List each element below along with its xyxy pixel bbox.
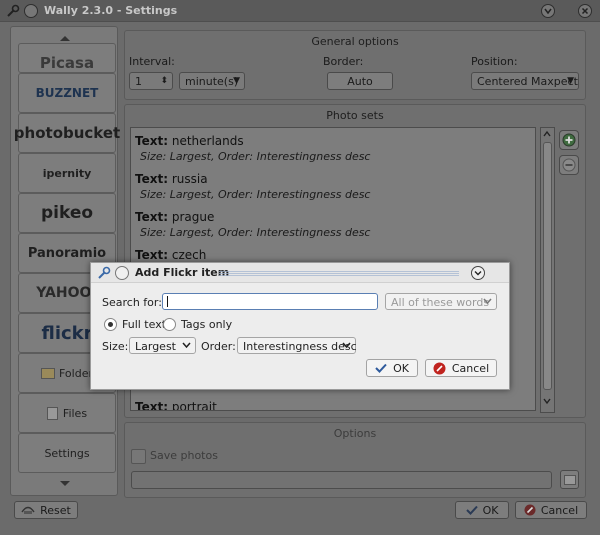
save-path-field[interactable] <box>131 471 552 489</box>
remove-photo-set-button[interactable] <box>559 155 579 175</box>
files-icon <box>46 406 58 420</box>
close-window-button[interactable] <box>578 4 592 18</box>
wrench-icon <box>6 4 20 18</box>
provider-settings[interactable]: Settings <box>18 433 116 473</box>
folder-icon <box>563 474 576 485</box>
interval-label: Interval: <box>129 55 175 68</box>
position-label: Position: <box>471 55 518 68</box>
photo-sets-title: Photo sets <box>326 109 384 122</box>
interval-spinbox[interactable]: 1 ⬍ <box>129 72 173 90</box>
scroll-up-icon[interactable] <box>542 129 552 139</box>
browse-folder-button[interactable] <box>560 470 579 489</box>
window-title: Wally 2.3.0 - Settings <box>44 4 178 17</box>
reset-icon <box>21 506 35 514</box>
match-mode-select[interactable]: All of these words <box>385 293 497 310</box>
cancel-icon <box>433 362 446 374</box>
position-select[interactable]: Centered Maxpect ▼ <box>471 72 579 90</box>
tags-only-radio[interactable] <box>163 318 176 331</box>
full-text-label: Full text <box>122 318 167 331</box>
list-item[interactable]: Text: prague Size: Largest, Order: Inter… <box>135 210 370 239</box>
cancel-icon <box>524 504 536 516</box>
dialog-titlebar: Add Flickr item <box>91 263 509 283</box>
dialog-ok-button[interactable]: OK <box>366 359 418 377</box>
general-options-title: General options <box>311 35 399 48</box>
provider-files[interactable]: Files <box>18 393 116 433</box>
check-icon <box>375 363 387 373</box>
provider-picasa[interactable]: Picasa <box>18 43 116 73</box>
list-item[interactable]: Text: portrait <box>135 400 217 410</box>
window-titlebar: Wally 2.3.0 - Settings <box>0 0 600 22</box>
list-item[interactable]: Text: russia Size: Largest, Order: Inter… <box>135 172 370 201</box>
chevron-down-icon: ▼ <box>233 76 240 86</box>
dialog-menu-button[interactable] <box>115 266 129 280</box>
chevron-down-icon <box>182 342 191 349</box>
chevron-down-icon: ▼ <box>567 76 574 86</box>
dialog-cancel-button[interactable]: Cancel <box>425 359 497 377</box>
full-text-radio[interactable] <box>104 318 117 331</box>
spin-arrows-icon: ⬍ <box>160 76 168 86</box>
dialog-title: Add Flickr item <box>135 266 230 279</box>
interval-unit-select[interactable]: minute(s) ▼ <box>179 72 245 90</box>
provider-list: Picasa BUZZNET photobucket ipernity pike… <box>10 26 120 496</box>
chevron-down-icon <box>342 342 351 349</box>
folder-icon <box>41 367 55 379</box>
options-group: Options Save photos <box>124 422 586 498</box>
window-menu-button[interactable] <box>24 4 38 18</box>
add-photo-set-button[interactable] <box>559 130 579 150</box>
plus-icon <box>562 133 576 147</box>
photo-set-scrollbar[interactable] <box>540 127 555 413</box>
add-flickr-item-dialog: Add Flickr item Search for: All of these… <box>90 262 510 390</box>
scroll-down-icon[interactable] <box>55 479 75 489</box>
size-label: Size: <box>102 340 129 353</box>
options-title: Options <box>333 427 377 440</box>
list-item[interactable]: Text: czech <box>135 248 206 262</box>
size-select[interactable]: Largest <box>129 337 196 354</box>
provider-buzznet[interactable]: BUZZNET <box>18 73 116 113</box>
border-button[interactable]: Auto <box>327 72 393 90</box>
reset-button[interactable]: Reset <box>14 501 78 519</box>
scroll-up-icon[interactable] <box>55 33 75 43</box>
order-select[interactable]: Interestingness desc <box>237 337 357 354</box>
minus-icon <box>562 158 576 172</box>
provider-photobucket[interactable]: photobucket <box>14 113 120 153</box>
search-for-label: Search for: <box>102 296 162 309</box>
titlebar-decoration <box>219 271 459 277</box>
list-item[interactable]: Text: netherlands Size: Largest, Order: … <box>135 134 370 163</box>
border-label: Border: <box>323 55 364 68</box>
wrench-icon <box>97 266 111 280</box>
save-photos-label: Save photos <box>150 449 218 462</box>
text-cursor <box>167 296 168 307</box>
chevron-down-icon <box>483 298 492 305</box>
search-input[interactable] <box>162 293 378 310</box>
cancel-button[interactable]: Cancel <box>515 501 587 519</box>
order-label: Order: <box>201 340 236 353</box>
tags-only-label: Tags only <box>181 318 233 331</box>
check-icon <box>465 505 478 515</box>
scroll-down-icon[interactable] <box>542 396 552 406</box>
collapse-window-button[interactable] <box>541 4 555 18</box>
general-options-group: General options Interval: 1 ⬍ minute(s) … <box>124 30 586 100</box>
ok-button[interactable]: OK <box>455 501 509 519</box>
collapse-dialog-button[interactable] <box>471 266 485 280</box>
provider-pikeo[interactable]: pikeo <box>18 193 116 233</box>
save-photos-checkbox[interactable] <box>131 449 146 464</box>
scrollbar-thumb[interactable] <box>543 142 552 390</box>
provider-ipernity[interactable]: ipernity <box>18 153 116 193</box>
